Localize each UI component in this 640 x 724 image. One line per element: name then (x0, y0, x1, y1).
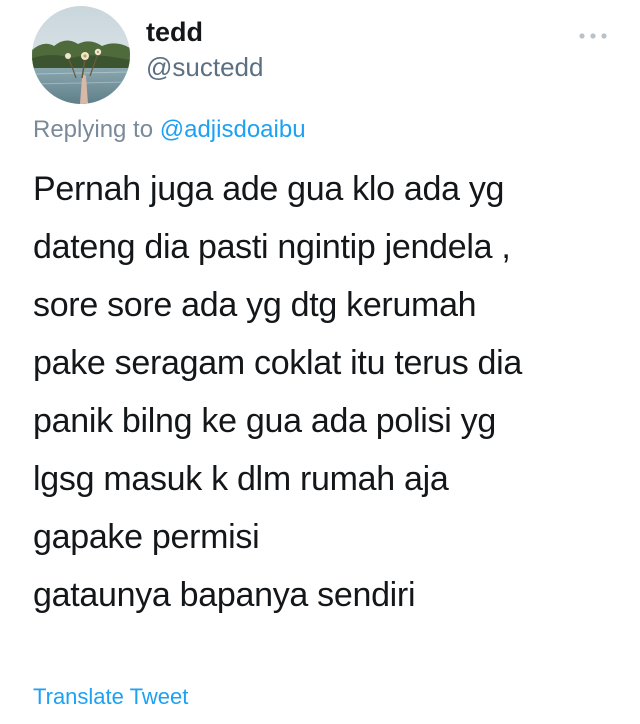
user-names: tedd @suctedd (146, 16, 263, 84)
tweet-text-line: pake seragam coklat itu terus dia (33, 344, 523, 382)
tweet-card: tedd @suctedd Replying to @adjisdoaibu P… (0, 0, 640, 724)
tweet-text-line: lgsg masuk k dlm rumah aja (33, 460, 449, 498)
more-options-icon[interactable] (576, 28, 610, 44)
tweet-text-line: panik bilng ke gua ada polisi yg (33, 402, 496, 440)
user-handle[interactable]: @suctedd (146, 50, 263, 84)
replying-to: Replying to @adjisdoaibu (33, 114, 306, 146)
tweet-text-line: sore sore ada yg dtg kerumah (33, 286, 477, 324)
reply-mention-link[interactable]: @adjisdoaibu (160, 116, 306, 143)
tweet-text-line: gataunya bapanya sendiri (33, 576, 416, 614)
tweet-text-line: Pernah juga ade gua klo ada yg (33, 170, 505, 208)
tweet-text-line: dateng dia pasti ngintip jendela , (33, 228, 511, 266)
replying-prefix: Replying to (33, 116, 160, 143)
avatar-photo-icon (32, 6, 130, 104)
avatar[interactable] (32, 6, 130, 104)
display-name[interactable]: tedd (146, 16, 263, 48)
translate-tweet-link[interactable]: Translate Tweet (33, 682, 188, 712)
tweet-text: Pernah juga ade gua klo ada yg dateng di… (33, 160, 613, 624)
tweet-text-line: gapake permisi (33, 518, 260, 556)
tweet-header: tedd @suctedd (32, 6, 612, 106)
